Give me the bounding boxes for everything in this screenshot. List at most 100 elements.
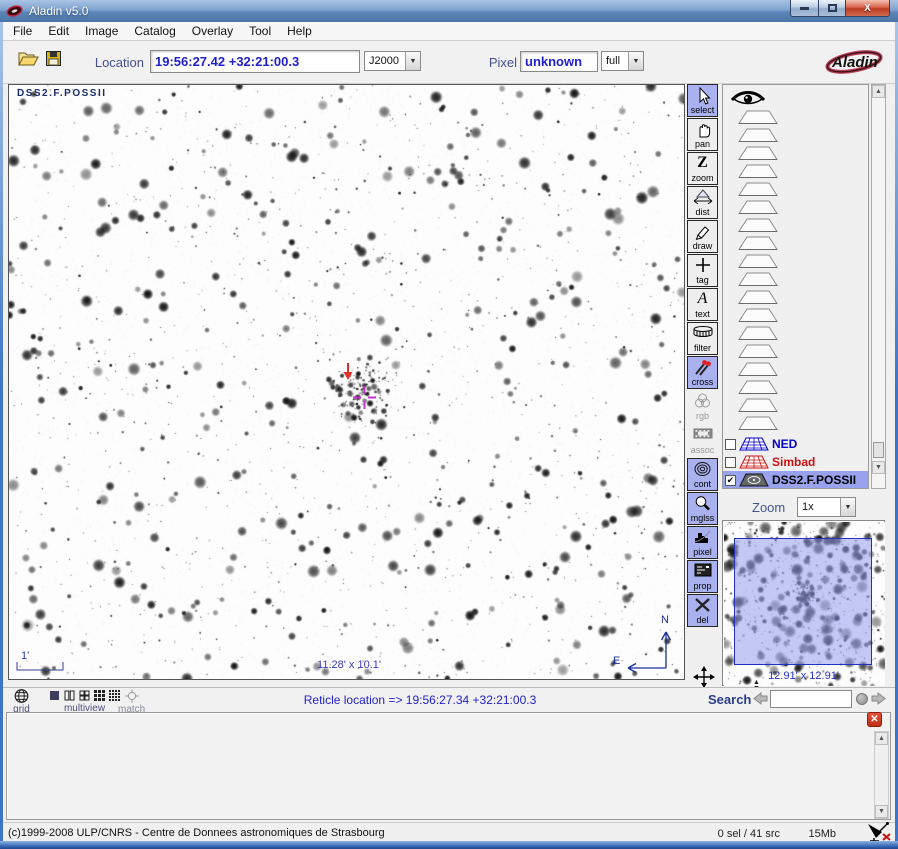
pixel-scale-select[interactable]: full ▼ (601, 51, 644, 71)
empty-plane-slot[interactable] (723, 182, 868, 200)
menu-catalog[interactable]: Catalog (126, 22, 183, 40)
empty-plane-slot[interactable] (723, 398, 868, 416)
plane-slots (723, 110, 868, 434)
save-icon[interactable] (46, 51, 61, 66)
empty-plane-slot[interactable] (723, 128, 868, 146)
menu-image[interactable]: Image (77, 22, 126, 40)
text-a-icon: A (698, 291, 708, 307)
minimize-button[interactable] (790, 0, 819, 17)
four-pane-icon[interactable] (78, 689, 91, 702)
tool-pixel[interactable]: pixel (687, 526, 718, 559)
plane-checkbox[interactable]: ✔ (725, 475, 736, 486)
plane-checkbox[interactable] (725, 457, 736, 468)
scroll-up-icon[interactable]: ▲ (872, 85, 885, 98)
close-button[interactable]: X (846, 0, 890, 17)
empty-plane-slot[interactable] (723, 416, 868, 434)
scroll-down-icon[interactable]: ▼ (875, 805, 888, 818)
delete-x-icon (694, 597, 711, 613)
sky-canvas[interactable] (9, 85, 684, 679)
multiview-buttons[interactable]: multiview (48, 689, 121, 714)
empty-plane-slot[interactable] (723, 254, 868, 272)
sky-view[interactable]: DSS2.F.POSSII 1' 11.28' x 10.1' N E (8, 84, 685, 680)
nine-pane-icon[interactable] (93, 689, 106, 702)
eye-icon[interactable] (730, 88, 766, 108)
search-next-icon[interactable] (871, 692, 886, 705)
menu-edit[interactable]: Edit (40, 22, 77, 40)
empty-plane-slot[interactable] (723, 236, 868, 254)
search-go-icon[interactable] (856, 693, 868, 705)
pointer-arrow-icon (342, 362, 354, 381)
empty-plane-slot[interactable] (723, 326, 868, 344)
tool-contour[interactable]: cont (687, 458, 718, 491)
plane-row-simbad[interactable]: Simbad (723, 453, 868, 471)
svg-text:E: E (613, 655, 620, 667)
chevron-down-icon[interactable]: ▼ (840, 498, 855, 516)
scroll-up-icon[interactable]: ▲ (875, 732, 888, 745)
properties-window-icon (694, 563, 712, 577)
rgb-circles-icon (694, 393, 711, 408)
empty-plane-slot[interactable] (723, 308, 868, 326)
frame-select[interactable]: J2000 ▼ (364, 51, 421, 71)
aladin-window: Aladin v5.0 X File Edit Image Catalog Ov… (0, 0, 898, 849)
empty-plane-slot[interactable] (723, 164, 868, 182)
pixel-input[interactable] (520, 51, 598, 72)
tool-dist[interactable]: dist (687, 186, 718, 219)
single-view-icon[interactable] (48, 689, 61, 702)
menu-file[interactable]: File (5, 22, 40, 40)
empty-plane-slot[interactable] (723, 344, 868, 362)
menu-tool[interactable]: Tool (241, 22, 279, 40)
tool-pan[interactable]: pan (687, 118, 718, 151)
empty-plane-slot[interactable] (723, 218, 868, 236)
menu-overlay[interactable]: Overlay (184, 22, 241, 40)
tool-cross[interactable]: cross (687, 356, 718, 389)
zoom-thumbnail-panel[interactable]: 12.91' x 12.91' (722, 520, 885, 686)
compass-icon: N E (611, 609, 677, 675)
titlebar: Aladin v5.0 X (0, 0, 898, 22)
scrollbar-thumb[interactable] (873, 442, 884, 458)
tool-magnifier[interactable]: mglss (687, 492, 718, 525)
zoom-select[interactable]: 1x ▼ (797, 497, 856, 517)
tool-draw[interactable]: draw (687, 220, 718, 253)
tool-tag[interactable]: tag (687, 254, 718, 287)
plane-row-ned[interactable]: NED (723, 435, 868, 453)
image-plane-icon (739, 473, 769, 488)
selection-count: 0 sel / 41 src (718, 828, 780, 840)
status-bar: (c)1999-2008 ULP/CNRS - Centre de Donnee… (0, 822, 898, 841)
tool-zoom[interactable]: Z zoom (687, 152, 718, 185)
empty-plane-slot[interactable] (723, 272, 868, 290)
search-prev-icon[interactable] (753, 692, 768, 705)
scroll-down-icon[interactable]: ▼ (872, 461, 885, 474)
maximize-button[interactable] (819, 0, 846, 17)
fov-rectangle[interactable] (734, 538, 872, 665)
open-file-icon[interactable] (18, 50, 39, 67)
stack-scrollbar[interactable]: ▲ ▼ (871, 84, 886, 489)
menu-help[interactable]: Help (279, 22, 320, 40)
network-antenna-icon (866, 821, 892, 843)
location-input[interactable] (150, 50, 360, 73)
tool-select[interactable]: select (687, 84, 718, 117)
empty-plane-slot[interactable] (723, 362, 868, 380)
move-handle-icon[interactable] (693, 666, 715, 688)
chevron-down-icon[interactable]: ▼ (405, 52, 420, 70)
plus-tag-icon (695, 257, 711, 273)
tool-filter[interactable]: filter (687, 322, 718, 355)
tool-text[interactable]: A text (687, 288, 718, 321)
reticle-crosshair-icon (353, 386, 376, 409)
pencil-icon (694, 223, 712, 240)
two-pane-icon[interactable] (63, 689, 76, 702)
empty-plane-slot[interactable] (723, 380, 868, 398)
tool-properties[interactable]: prop (687, 560, 718, 593)
plane-checkbox[interactable] (725, 439, 736, 450)
plane-row-dss2[interactable]: ✔ DSS2.F.POSSII (723, 471, 868, 489)
empty-plane-slot[interactable] (723, 110, 868, 128)
empty-plane-slot[interactable] (723, 146, 868, 164)
chevron-down-icon[interactable]: ▼ (628, 52, 643, 70)
filter-icon (692, 325, 714, 338)
search-input[interactable] (770, 690, 852, 708)
cross-markers-icon (693, 359, 712, 376)
close-measurement-icon[interactable]: ✕ (867, 712, 882, 727)
measurement-scrollbar[interactable]: ▲ ▼ (874, 731, 889, 819)
empty-plane-slot[interactable] (723, 290, 868, 308)
tool-delete[interactable]: del (687, 594, 718, 627)
empty-plane-slot[interactable] (723, 200, 868, 218)
